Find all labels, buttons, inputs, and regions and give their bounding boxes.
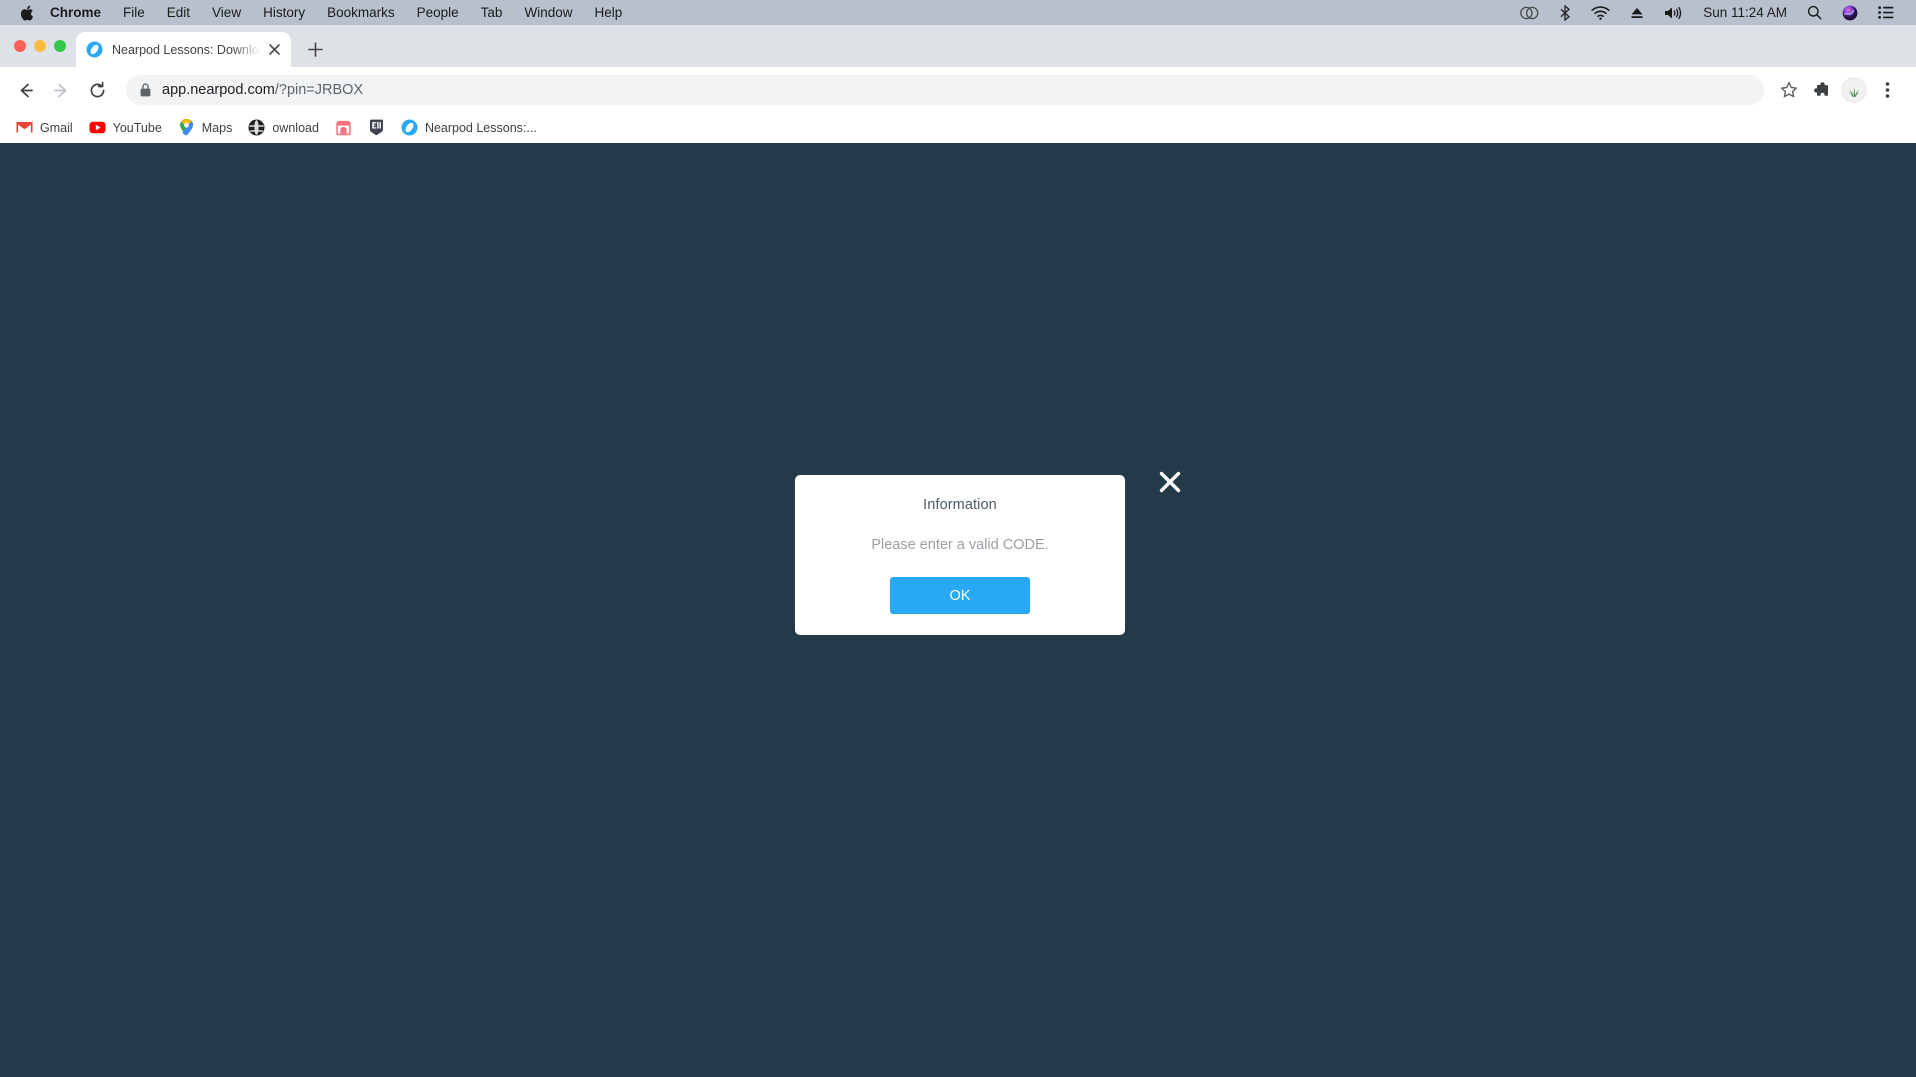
address-bar-url: app.nearpod.com/?pin=JRBOX: [162, 82, 363, 98]
gmail-icon: [16, 119, 33, 136]
profile-avatar[interactable]: [1841, 77, 1867, 103]
forward-arrow-icon: [44, 73, 78, 107]
back-arrow-icon[interactable]: [8, 73, 42, 107]
browser-tab-strip: Nearpod Lessons: Download re: [0, 25, 1916, 67]
epic-badge-icon: [368, 119, 385, 136]
menu-item-chrome[interactable]: Chrome: [50, 5, 101, 20]
window-close-button[interactable]: [14, 40, 26, 52]
bookmark-label: Gmail: [40, 120, 73, 135]
bookmark-gmail[interactable]: Gmail: [8, 116, 81, 140]
new-tab-button[interactable]: [300, 34, 330, 64]
globe-icon: [248, 119, 265, 136]
menu-item-people[interactable]: People: [417, 5, 459, 20]
menu-item-tab[interactable]: Tab: [481, 5, 503, 20]
menu-item-help[interactable]: Help: [594, 5, 622, 20]
apple-logo-icon[interactable]: [20, 5, 34, 21]
bookmark-epic[interactable]: [360, 116, 393, 140]
menu-item-view[interactable]: View: [212, 5, 241, 20]
star-icon[interactable]: [1774, 75, 1804, 105]
store-icon: [335, 119, 352, 136]
menu-bar-clock[interactable]: Sun 11:24 AM: [1703, 5, 1787, 20]
puzzle-piece-icon[interactable]: [1806, 75, 1836, 105]
browser-tab[interactable]: Nearpod Lessons: Download re: [76, 32, 291, 67]
browser-toolbar: app.nearpod.com/?pin=JRBOX: [0, 67, 1916, 113]
url-host: app.nearpod.com: [162, 82, 275, 98]
volume-icon[interactable]: [1664, 6, 1683, 20]
menu-item-file[interactable]: File: [123, 5, 145, 20]
bookmark-label: YouTube: [112, 120, 162, 135]
window-zoom-button[interactable]: [54, 40, 66, 52]
maps-pin-icon: [178, 119, 195, 136]
control-center-icon[interactable]: [1878, 6, 1894, 19]
wifi-icon[interactable]: [1591, 5, 1610, 20]
bookmark-label: Nearpod Lessons:...: [424, 120, 537, 135]
window-minimize-button[interactable]: [34, 40, 46, 52]
bluetooth-icon[interactable]: [1559, 4, 1571, 21]
macos-menu-bar: Chrome File Edit View History Bookmarks …: [0, 0, 1916, 25]
three-dot-menu-icon[interactable]: [1872, 75, 1902, 105]
eject-icon[interactable]: [1630, 6, 1644, 20]
browser-tab-title: Nearpod Lessons: Download re: [112, 42, 266, 57]
menu-item-history[interactable]: History: [263, 5, 305, 20]
lock-icon: [140, 83, 151, 97]
bookmark-maps[interactable]: Maps: [170, 116, 241, 140]
menu-item-window[interactable]: Window: [524, 5, 572, 20]
creative-cloud-icon[interactable]: [1520, 6, 1539, 20]
ok-button[interactable]: OK: [890, 577, 1030, 614]
page-content: Information Please enter a valid CODE. O…: [0, 143, 1916, 1076]
address-bar[interactable]: app.nearpod.com/?pin=JRBOX: [126, 75, 1764, 105]
dialog-title: Information: [923, 497, 997, 513]
information-dialog: Information Please enter a valid CODE. O…: [795, 475, 1125, 635]
bookmark-label: ownload: [272, 120, 319, 135]
bookmark-youtube[interactable]: YouTube: [81, 116, 170, 140]
bookmark-nearpod[interactable]: Nearpod Lessons:...: [393, 116, 545, 140]
bookmark-store[interactable]: [327, 116, 360, 140]
url-path: /?pin=JRBOX: [274, 82, 364, 98]
menu-item-edit[interactable]: Edit: [167, 5, 190, 20]
spotlight-search-icon[interactable]: [1807, 5, 1822, 20]
menu-item-bookmarks[interactable]: Bookmarks: [327, 5, 395, 20]
nearpod-favicon: [86, 41, 103, 58]
bookmark-ownload[interactable]: ownload: [240, 116, 327, 140]
tab-close-icon[interactable]: [266, 41, 283, 58]
dialog-close-icon[interactable]: [1153, 465, 1187, 499]
bookmark-label: Maps: [201, 120, 233, 135]
bookmarks-bar: Gmail YouTube Maps ownload Nearpod Lesso: [0, 113, 1916, 143]
window-traffic-lights: [10, 25, 76, 67]
dialog-message: Please enter a valid CODE.: [871, 537, 1049, 553]
reload-icon[interactable]: [80, 73, 114, 107]
siri-icon[interactable]: [1842, 5, 1858, 21]
nearpod-favicon: [401, 119, 418, 136]
youtube-icon: [89, 119, 106, 136]
